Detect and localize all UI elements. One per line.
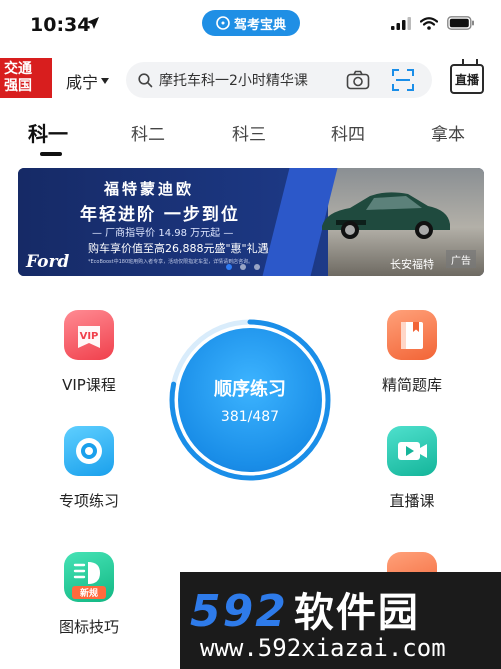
banner-slogan: 年轻进阶 一步到位 xyxy=(80,205,240,225)
car-image xyxy=(322,192,450,239)
steering-wheel-icon xyxy=(216,16,230,30)
feature-live-class[interactable]: 直播课 xyxy=(362,426,462,511)
new-rule-badge: 新规 xyxy=(80,587,98,599)
logo-line2: 强国 xyxy=(4,78,32,94)
feature-question-bank[interactable]: 精简题库 xyxy=(362,310,462,395)
subject-tabs: 科一 科二 科三 科四 拿本 xyxy=(0,114,501,160)
cellular-signal-icon xyxy=(391,16,411,30)
feature-sign-tips[interactable]: 新规 图标技巧 xyxy=(39,552,139,637)
svg-text:VIP: VIP xyxy=(80,331,99,342)
sequential-practice[interactable]: 顺序练习 381/487 xyxy=(168,318,332,482)
carousel-dots xyxy=(226,264,260,270)
ad-tag: 广告 xyxy=(446,250,476,268)
caret-down-icon xyxy=(101,78,110,84)
watermark-text: 软件园 xyxy=(293,590,420,636)
banner-brand: 长安福特 xyxy=(390,258,434,271)
tab-subject-2[interactable]: 科二 xyxy=(131,120,165,145)
app-name: 驾考宝典 xyxy=(233,17,286,33)
traffic-logo[interactable]: 交通 强国 xyxy=(0,58,52,98)
scan-icon[interactable] xyxy=(391,68,415,92)
status-bar: 10:34 驾考宝典 xyxy=(0,0,501,52)
tab-subject-3[interactable]: 科三 xyxy=(232,120,266,145)
carousel-dot xyxy=(226,264,232,270)
live-tv-button[interactable]: 直播 xyxy=(450,64,484,94)
video-camera-icon xyxy=(387,426,437,476)
feature-label: 图标技巧 xyxy=(58,618,119,636)
search-placeholder: 摩托车科一2小时精华课 xyxy=(159,73,308,89)
clock: 10:34 xyxy=(30,14,91,36)
book-icon xyxy=(387,310,437,360)
banner-offer: 购车享价值至高26,888元盛"惠"礼遇 xyxy=(88,242,269,255)
feature-label: 直播课 xyxy=(389,492,435,510)
wifi-icon xyxy=(420,16,438,30)
city-label: 咸宁 xyxy=(66,73,99,92)
practice-title: 顺序练习 xyxy=(214,379,286,400)
banner-model: 福特蒙迪欧 xyxy=(104,180,195,198)
feature-vip-course[interactable]: VIP VIP课程 xyxy=(39,310,139,395)
tab-active-indicator xyxy=(40,152,62,156)
search-icon xyxy=(138,72,153,87)
watermark-digits: 592 xyxy=(190,586,288,637)
logo-line1: 交通 xyxy=(4,61,32,77)
feature-special-practice[interactable]: 专项练习 xyxy=(39,426,139,511)
app-name-pill[interactable]: 驾考宝典 xyxy=(202,10,300,36)
camera-icon[interactable] xyxy=(346,70,370,90)
system-status-icons xyxy=(391,16,475,30)
practice-progress: 381/487 xyxy=(220,409,280,425)
target-icon xyxy=(64,426,114,476)
live-label: 直播 xyxy=(454,72,479,87)
carousel-dot xyxy=(240,264,246,270)
location-arrow-icon xyxy=(87,17,99,29)
vip-icon: VIP xyxy=(64,310,114,360)
watermark-brand: 592 软件园 xyxy=(190,580,420,638)
tab-get-license[interactable]: 拿本 xyxy=(431,120,465,145)
tab-subject-1[interactable]: 科一 xyxy=(28,118,68,147)
ford-logo: Ford xyxy=(26,252,70,272)
feature-label: 精简题库 xyxy=(381,376,442,394)
feature-label: 专项练习 xyxy=(58,492,119,510)
battery-icon xyxy=(447,16,474,30)
banner-price: — 厂商指导价 14.98 万元起 — xyxy=(92,228,234,239)
feature-label: VIP课程 xyxy=(62,376,116,394)
ad-banner[interactable]: 福特蒙迪欧 年轻进阶 一步到位 — 厂商指导价 14.98 万元起 — 购车享价… xyxy=(18,168,484,276)
headlight-sign-icon: 新规 xyxy=(64,552,114,602)
tab-subject-4[interactable]: 科四 xyxy=(331,120,365,145)
carousel-dot xyxy=(254,264,260,270)
practice-button[interactable]: 顺序练习 381/487 xyxy=(178,328,322,472)
city-selector[interactable]: 咸宁 xyxy=(66,69,110,93)
watermark-url: www.592xiazai.com xyxy=(200,634,446,662)
site-watermark: 592 软件园 www.592xiazai.com xyxy=(180,572,501,669)
search-bar[interactable]: 摩托车科一2小时精华课 xyxy=(126,62,432,98)
